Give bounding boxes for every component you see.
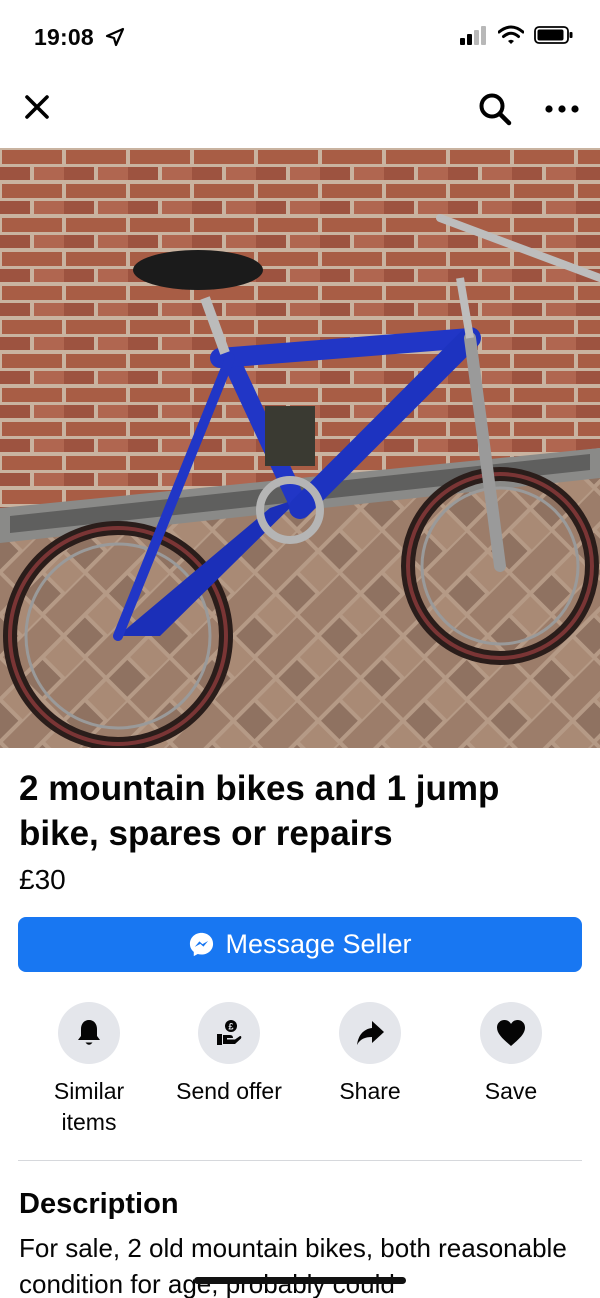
more-icon [545, 105, 579, 113]
more-button[interactable] [542, 92, 582, 126]
signal-icon [460, 26, 486, 45]
listing-title: 2 mountain bikes and 1 jump bike, spares… [19, 769, 500, 853]
heart-icon [497, 1020, 525, 1046]
status-icons [460, 25, 574, 45]
listing-photo[interactable] [0, 148, 600, 748]
action-row: Similar items £ Send offer Share Save [0, 1002, 600, 1142]
messenger-icon [190, 932, 214, 957]
description-heading: Description [19, 1188, 179, 1220]
save-circle[interactable] [480, 1002, 542, 1064]
similar-items-circle[interactable] [58, 1002, 120, 1064]
close-button[interactable] [20, 90, 54, 124]
send-offer-button[interactable]: £ Send offer [159, 1002, 299, 1107]
search-button[interactable] [476, 90, 514, 128]
status-bar: 19:08 [0, 0, 600, 72]
battery-icon [534, 26, 573, 44]
bell-icon [78, 1020, 100, 1045]
bike-photo [0, 148, 600, 748]
share-label: Share [339, 1078, 401, 1104]
save-label: Save [484, 1078, 538, 1104]
listing-price: £30 [19, 864, 66, 895]
wifi-icon [498, 25, 524, 44]
similar-items-label: Similar items [53, 1078, 125, 1135]
send-offer-circle[interactable]: £ [198, 1002, 260, 1064]
home-indicator[interactable] [194, 1277, 406, 1284]
offer-icon: £ [217, 1020, 242, 1045]
message-seller-label: Message Seller [225, 929, 412, 959]
close-icon [25, 95, 49, 119]
similar-items-button[interactable]: Similar items [19, 1002, 159, 1138]
divider [18, 1160, 582, 1161]
share-button[interactable]: Share [300, 1002, 440, 1107]
location-arrow-icon [105, 27, 125, 47]
svg-text:£: £ [228, 1022, 233, 1032]
description-body: For sale, 2 old mountain bikes, both rea… [19, 1233, 567, 1298]
message-seller-button[interactable]: Message Seller [18, 917, 582, 972]
share-circle[interactable] [339, 1002, 401, 1064]
top-nav [0, 72, 600, 146]
save-button[interactable]: Save [441, 1002, 581, 1107]
share-arrow-icon [357, 1021, 384, 1045]
status-time: 19:08 [34, 24, 94, 50]
search-icon [479, 93, 512, 126]
send-offer-label: Send offer [176, 1078, 282, 1104]
